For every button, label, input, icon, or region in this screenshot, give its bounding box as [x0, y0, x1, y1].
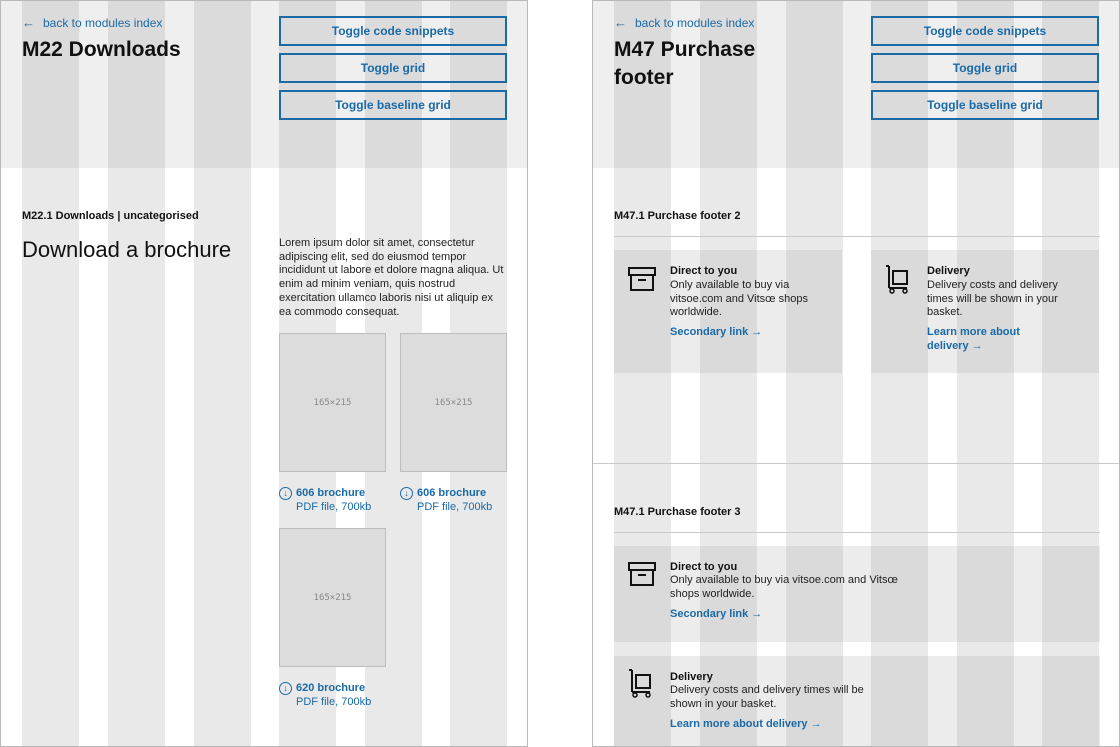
toggle-baseline-grid-button[interactable]: Toggle baseline grid: [871, 90, 1099, 120]
toggle-baseline-grid-button[interactable]: Toggle baseline grid: [279, 90, 507, 120]
section-rule: [614, 236, 1100, 237]
box-icon: [628, 267, 656, 291]
page-title-line: footer: [614, 66, 674, 89]
download-item[interactable]: ↓ 606 brochure PDF file, 700kb: [400, 486, 492, 514]
download-item[interactable]: ↓ 620 brochure PDF file, 700kb: [279, 681, 371, 709]
download-circle-icon: ↓: [279, 682, 292, 695]
section-label: M47.1 Purchase footer 2: [614, 210, 741, 222]
thumbnail-size-label: 165×215: [434, 397, 473, 408]
link-line: Learn more about: [927, 326, 1020, 338]
trolley-icon: [886, 265, 908, 294]
card-text: Delivery costs and delivery times will b…: [927, 279, 1058, 319]
card-text: Only available to buy via vitsoe.com and…: [670, 574, 970, 601]
section-label: M47.1 Purchase footer 3: [614, 506, 741, 518]
download-title[interactable]: 606 brochure: [296, 486, 371, 500]
toggle-code-snippets-button[interactable]: Toggle code snippets: [871, 16, 1099, 46]
card-title: Delivery: [927, 265, 970, 277]
downloads-panel: ← back to modules index M22 Downloads To…: [0, 0, 528, 747]
back-link-label: back to modules index: [635, 15, 755, 30]
link-line: delivery →: [927, 339, 983, 352]
download-meta: PDF file, 700kb: [296, 696, 372, 708]
download-title[interactable]: 620 brochure: [296, 681, 371, 695]
arrow-left-icon: ←: [22, 15, 35, 30]
secondary-link[interactable]: Secondary link →: [670, 326, 762, 340]
download-title[interactable]: 606 brochure: [417, 486, 492, 500]
back-to-index-link[interactable]: ← back to modules index: [614, 15, 754, 30]
section-heading: Download a brochure: [22, 237, 232, 262]
card-text-line: shown in your basket.: [670, 697, 777, 710]
card-text: Delivery costs and delivery times will b…: [670, 684, 970, 711]
purchase-footer-panel: ← back to modules index M47 Purchase foo…: [592, 0, 1120, 747]
toggle-grid-button[interactable]: Toggle grid: [871, 53, 1099, 83]
arrow-left-icon: ←: [614, 15, 627, 30]
toggle-grid-button[interactable]: Toggle grid: [279, 53, 507, 83]
learn-more-link[interactable]: Learn more about delivery →: [927, 326, 1020, 353]
download-item[interactable]: ↓ 606 brochure PDF file, 700kb: [279, 486, 371, 514]
section-label: M22.1 Downloads | uncategorised: [22, 210, 199, 222]
body-text: Lorem ipsum dolor sit amet, consectetur …: [279, 237, 504, 318]
thumbnail-size-label: 165×215: [313, 397, 352, 408]
section-divider: [593, 463, 1119, 464]
page-title: M22 Downloads: [22, 38, 181, 61]
trolley-icon: [629, 669, 651, 698]
download-meta: PDF file, 700kb: [296, 501, 372, 513]
back-to-index-link[interactable]: ← back to modules index: [22, 15, 162, 30]
card-title: Direct to you: [670, 265, 738, 277]
learn-more-link[interactable]: Learn more about delivery →: [670, 718, 822, 732]
card-text: Only available to buy via vitsoe.com and…: [670, 279, 808, 319]
back-link-label: back to modules index: [43, 15, 163, 30]
download-meta: PDF file, 700kb: [417, 501, 493, 513]
card-text-line: shops worldwide.: [670, 587, 755, 600]
card-text-line: Only available to buy via vitsoe.com and…: [670, 574, 898, 586]
card-title: Direct to you: [670, 561, 738, 573]
brochure-thumbnail[interactable]: 165×215: [279, 333, 386, 472]
box-icon: [628, 562, 656, 586]
download-circle-icon: ↓: [400, 487, 413, 500]
card-title: Delivery: [670, 671, 713, 683]
section-rule: [614, 532, 1100, 533]
thumbnail-size-label: 165×215: [313, 592, 352, 603]
page-title: M47 Purchase footer: [614, 36, 755, 92]
download-circle-icon: ↓: [279, 487, 292, 500]
brochure-thumbnail[interactable]: 165×215: [400, 333, 507, 472]
page-title-line: M47 Purchase: [614, 38, 756, 61]
card-text-line: Delivery costs and delivery times will b…: [670, 684, 864, 696]
secondary-link[interactable]: Secondary link →: [670, 608, 762, 622]
brochure-thumbnail[interactable]: 165×215: [279, 528, 386, 667]
toggle-code-snippets-button[interactable]: Toggle code snippets: [279, 16, 507, 46]
